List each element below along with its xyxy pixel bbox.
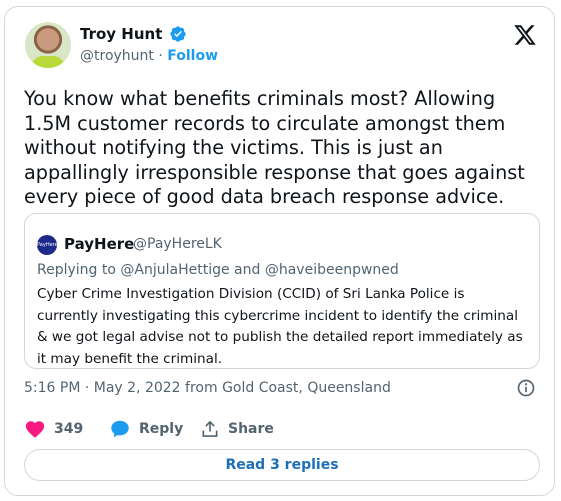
heart-icon [25, 421, 45, 438]
quoted-tweet-text: Cyber Crime Investigation Division (CCID… [37, 286, 523, 367]
separator-dot: · [158, 48, 163, 64]
reply-label: Reply [139, 421, 184, 437]
quoted-tweet[interactable]: PayHere PayHere @PayHereLK Replying to @… [24, 213, 540, 369]
like-count: 349 [54, 421, 84, 437]
reply-button[interactable]: Reply [109, 418, 183, 440]
share-button[interactable]: Share [200, 418, 274, 440]
author-avatar[interactable] [25, 22, 71, 68]
follow-button[interactable]: Follow [167, 48, 218, 64]
share-label: Share [228, 421, 274, 437]
reply-bubble-icon [111, 420, 129, 438]
info-icon[interactable] [516, 378, 536, 398]
quoted-author-avatar[interactable]: PayHere [37, 235, 57, 255]
read-replies-button[interactable]: Read 3 replies [24, 449, 540, 481]
author-handle[interactable]: @troyhunt [80, 48, 154, 64]
verified-badge-icon [170, 26, 186, 42]
author-handle-row: @troyhunt · Follow [80, 48, 218, 64]
x-logo-icon[interactable] [513, 23, 537, 47]
tweet-timestamp[interactable]: 5:16 PM · May 2, 2022 from Gold Coast, Q… [24, 380, 391, 396]
tweet-text: You know what benefits criminals most? A… [24, 87, 525, 208]
quoted-author-name[interactable]: PayHere [64, 235, 134, 253]
mention-link-anjula[interactable]: @AnjulaHettige [120, 262, 229, 278]
replying-to-line: Replying to @AnjulaHettige and @haveibee… [37, 262, 399, 278]
share-icon [202, 420, 218, 437]
like-button[interactable]: 349 [24, 418, 83, 440]
quoted-author-handle[interactable]: @PayHereLK [133, 236, 222, 252]
and-word: and [234, 262, 261, 278]
embedded-tweet-card: Troy Hunt @troyhunt · Follow You know wh… [4, 6, 555, 496]
author-name[interactable]: Troy Hunt [80, 25, 162, 43]
replying-to-label: Replying to [37, 262, 116, 278]
mention-link-haveibeenpwned[interactable]: @haveibeenpwned [265, 262, 399, 278]
